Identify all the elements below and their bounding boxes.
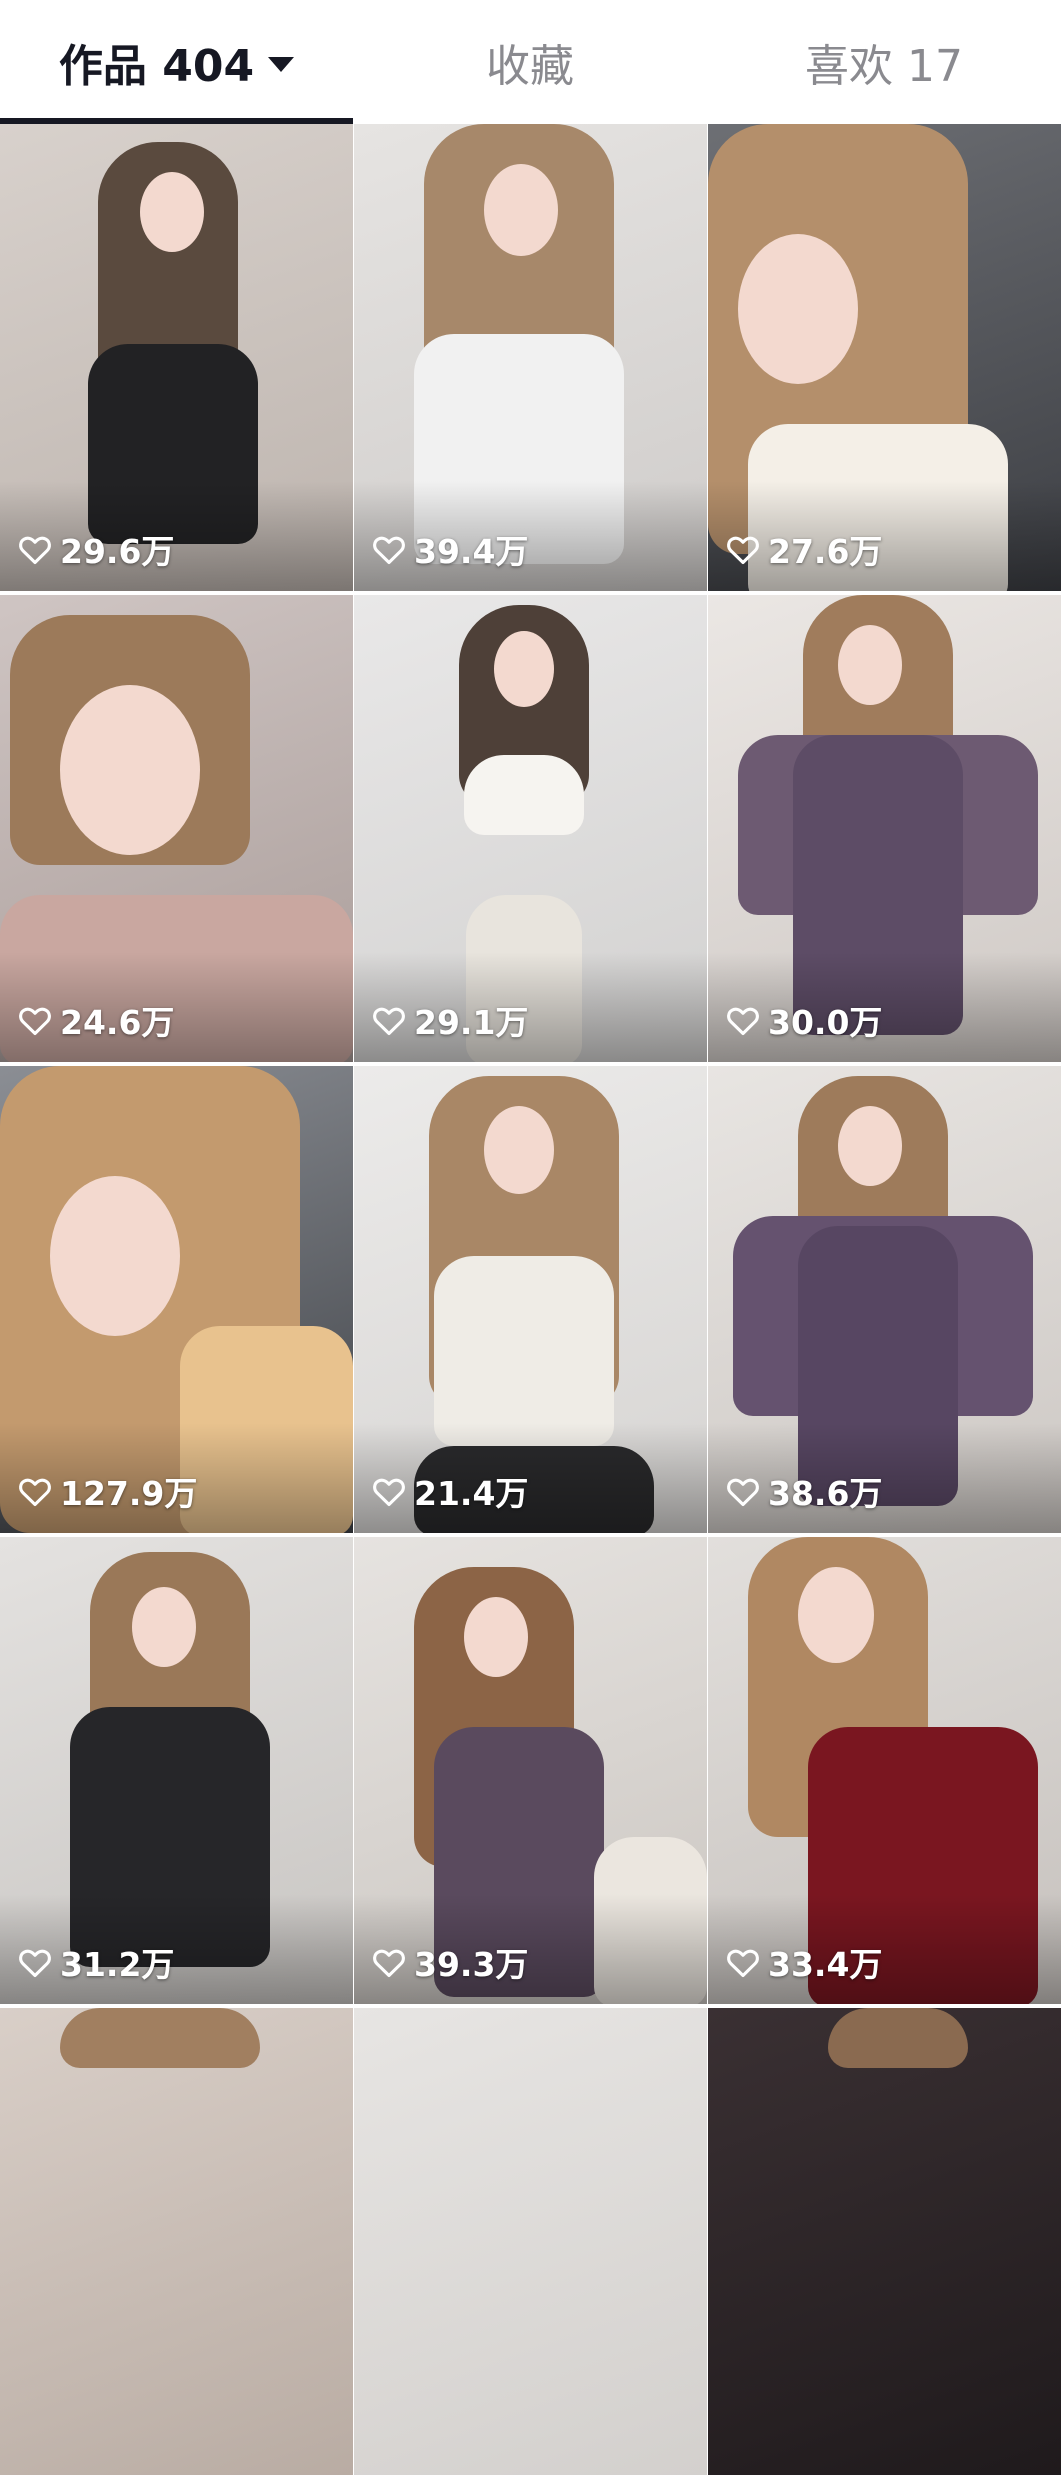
video-thumbnail[interactable]: 39.3万: [354, 1537, 707, 2004]
like-count: 39.4万: [372, 525, 528, 573]
heart-outline-icon: [19, 536, 51, 565]
like-count-text: 33.4万: [768, 1945, 883, 1984]
profile-tabs: 作品 404 收藏 喜欢 17: [0, 0, 1061, 124]
like-count-text: 39.4万: [414, 532, 529, 571]
video-thumbnail[interactable]: 27.6万: [708, 124, 1061, 591]
like-count: 29.6万: [18, 525, 174, 573]
video-thumbnail[interactable]: [354, 2008, 707, 2475]
like-count-text: 29.6万: [60, 532, 175, 571]
heart-outline-icon: [373, 1478, 405, 1507]
thumbnail-image: [0, 2008, 353, 2475]
like-count-text: 127.9万: [60, 1474, 198, 1513]
video-thumbnail[interactable]: 127.9万: [0, 1066, 353, 1533]
like-count-text: 27.6万: [768, 532, 883, 571]
video-thumbnail[interactable]: 24.6万: [0, 595, 353, 1062]
like-count: 29.1万: [372, 996, 528, 1044]
like-count-text: 29.1万: [414, 1003, 529, 1042]
tab-likes[interactable]: 喜欢 17: [707, 0, 1061, 124]
video-thumbnail[interactable]: 29.1万: [354, 595, 707, 1062]
heart-outline-icon: [19, 1478, 51, 1507]
video-thumbnail[interactable]: 33.4万: [708, 1537, 1061, 2004]
like-count: 39.3万: [372, 1938, 528, 1986]
tab-works[interactable]: 作品 404: [0, 0, 353, 124]
like-count-text: 24.6万: [60, 1003, 175, 1042]
video-thumbnail[interactable]: 31.2万: [0, 1537, 353, 2004]
tab-likes-label: 喜欢 17: [805, 41, 963, 92]
video-thumbnail[interactable]: 21.4万: [354, 1066, 707, 1533]
video-grid: 29.6万 39.4万 27.6万 24.6万 29.1万 30.0万 127.…: [0, 124, 1061, 2475]
heart-outline-icon: [727, 536, 759, 565]
heart-outline-icon: [373, 1007, 405, 1036]
caret-down-icon[interactable]: [268, 56, 295, 72]
like-count-text: 31.2万: [60, 1945, 175, 1984]
video-thumbnail[interactable]: 30.0万: [708, 595, 1061, 1062]
like-count-text: 38.6万: [768, 1474, 883, 1513]
tab-favorites[interactable]: 收藏: [353, 0, 707, 124]
heart-outline-icon: [373, 1949, 405, 1978]
video-thumbnail[interactable]: 29.6万: [0, 124, 353, 591]
heart-outline-icon: [727, 1007, 759, 1036]
like-count: 38.6万: [726, 1467, 882, 1515]
heart-outline-icon: [373, 536, 405, 565]
heart-outline-icon: [19, 1007, 51, 1036]
heart-outline-icon: [727, 1949, 759, 1978]
video-thumbnail[interactable]: [0, 2008, 353, 2475]
tab-works-label: 作品 404: [58, 41, 255, 92]
video-thumbnail[interactable]: [708, 2008, 1061, 2475]
like-count-text: 21.4万: [414, 1474, 529, 1513]
video-thumbnail[interactable]: 39.4万: [354, 124, 707, 591]
heart-outline-icon: [727, 1478, 759, 1507]
like-count: 30.0万: [726, 996, 882, 1044]
like-count: 31.2万: [18, 1938, 174, 1986]
like-count: 27.6万: [726, 525, 882, 573]
like-count: 24.6万: [18, 996, 174, 1044]
like-count: 127.9万: [18, 1467, 197, 1515]
tab-favorites-label: 收藏: [486, 41, 574, 92]
like-count-text: 39.3万: [414, 1945, 529, 1984]
like-count: 33.4万: [726, 1938, 882, 1986]
thumbnail-image: [708, 2008, 1061, 2475]
like-count: 21.4万: [372, 1467, 528, 1515]
heart-outline-icon: [19, 1949, 51, 1978]
thumbnail-image: [354, 2008, 707, 2475]
like-count-text: 30.0万: [768, 1003, 883, 1042]
video-thumbnail[interactable]: 38.6万: [708, 1066, 1061, 1533]
